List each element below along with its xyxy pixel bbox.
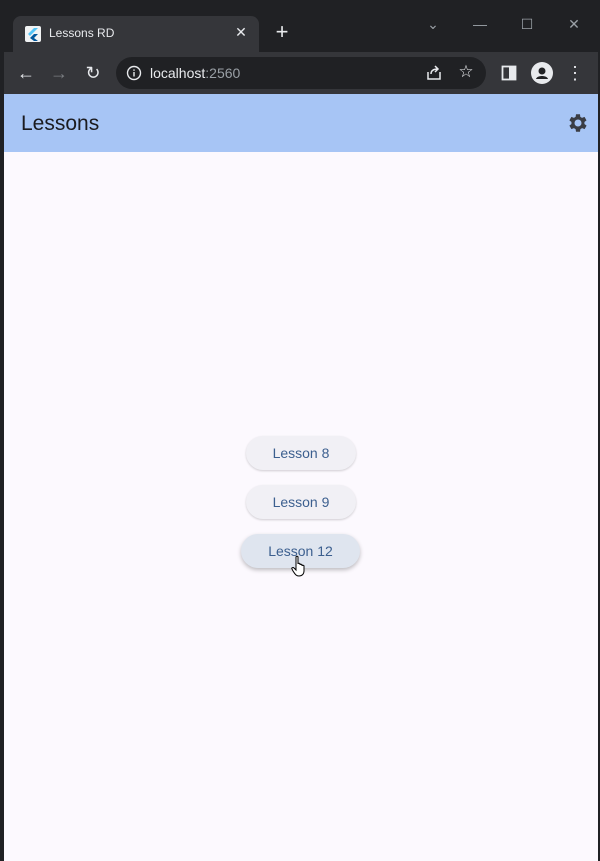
- address-bar[interactable]: localhost:2560 ☆: [116, 57, 486, 89]
- tab-title: Lessons RD: [49, 26, 115, 40]
- site-info-icon[interactable]: [126, 65, 142, 81]
- new-tab-icon[interactable]: +: [272, 21, 292, 43]
- reload-icon[interactable]: ↻: [81, 61, 105, 85]
- url-host: localhost: [150, 65, 206, 81]
- share-icon[interactable]: [424, 63, 444, 83]
- close-window-icon[interactable]: ✕: [564, 14, 584, 34]
- tab-strip: Lessons RD ✕ + ⌄ — ☐ ✕: [4, 4, 598, 52]
- lesson-9-button[interactable]: Lesson 9: [246, 485, 356, 519]
- tab-search-icon[interactable]: ⌄: [423, 14, 443, 34]
- side-panel-icon[interactable]: [497, 61, 521, 85]
- page-content: Lessons Lesson 8 Lesson 9 Lesson 12: [4, 94, 598, 861]
- url-text[interactable]: localhost:2560: [150, 65, 240, 81]
- url-port: :2560: [205, 65, 241, 81]
- bookmark-star-icon[interactable]: ☆: [456, 62, 476, 82]
- maximize-icon[interactable]: ☐: [517, 14, 537, 34]
- hand-cursor-icon: [291, 555, 309, 577]
- menu-kebab-icon[interactable]: ⋮: [563, 61, 587, 85]
- flutter-favicon-icon: [25, 26, 41, 42]
- app-bar: Lessons: [4, 94, 598, 152]
- page-title: Lessons: [21, 112, 100, 135]
- minimize-icon[interactable]: —: [470, 14, 490, 34]
- close-tab-icon[interactable]: ✕: [233, 24, 249, 40]
- gear-icon[interactable]: [566, 111, 590, 135]
- browser-window: Lessons RD ✕ + ⌄ — ☐ ✕ ← → ↻ localhost:2…: [4, 4, 598, 861]
- back-icon[interactable]: ←: [14, 61, 38, 85]
- lesson-8-button[interactable]: Lesson 8: [246, 436, 356, 470]
- browser-toolbar: ← → ↻ localhost:2560 ☆ ⋮: [4, 52, 598, 94]
- forward-icon[interactable]: →: [47, 61, 71, 85]
- browser-tab[interactable]: Lessons RD ✕: [13, 16, 259, 52]
- profile-avatar-icon[interactable]: [531, 62, 553, 84]
